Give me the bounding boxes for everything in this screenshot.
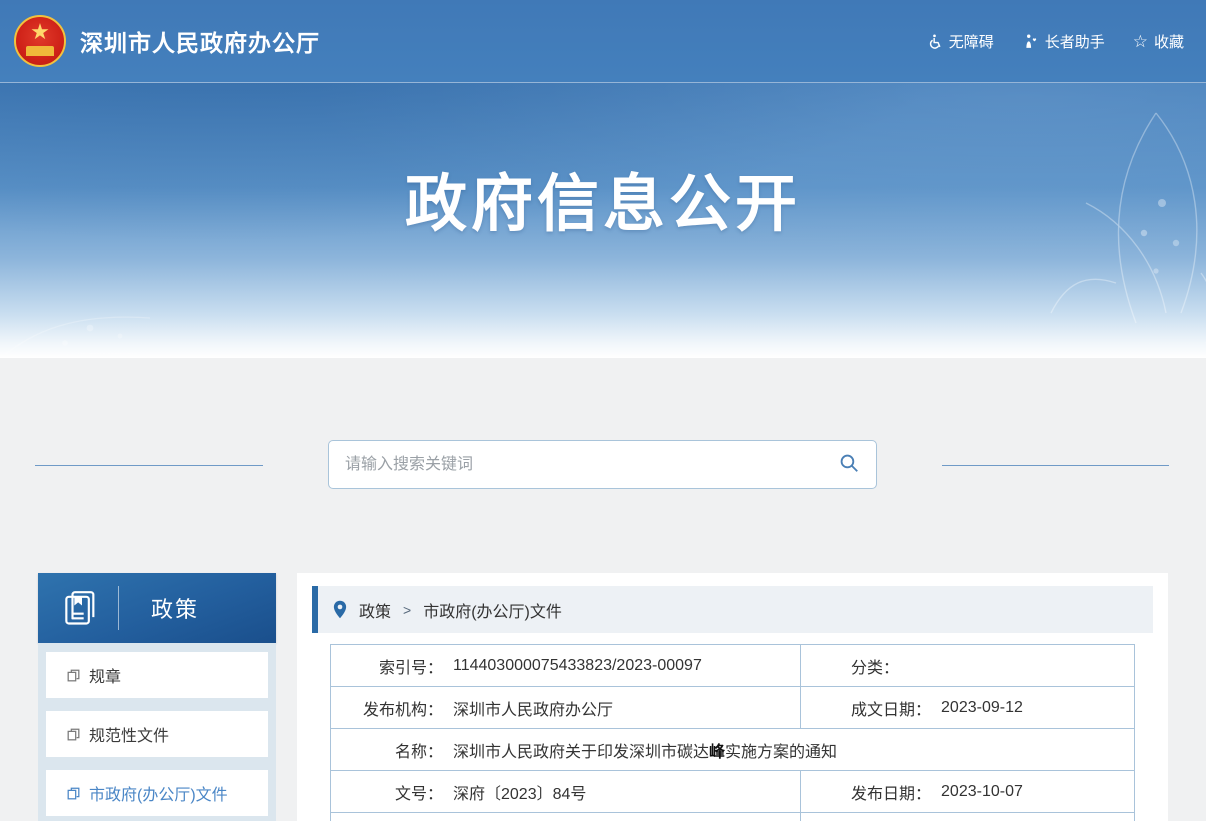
date-published-cell: 发布日期： 2023-10-07 bbox=[801, 771, 1134, 812]
sidebar: 政策 规章 规范性文件 bbox=[38, 573, 276, 821]
accessibility-icon bbox=[926, 33, 943, 50]
document-info-table: 索引号： 114403000075433823/2023-00097 分类： 发… bbox=[330, 644, 1135, 821]
sidebar-item-label: 规章 bbox=[89, 663, 121, 687]
partial-cell-right bbox=[801, 813, 1134, 821]
date-written-value: 2023-09-12 bbox=[941, 699, 1023, 717]
sidebar-item-label: 市政府(办公厅)文件 bbox=[89, 781, 228, 805]
date-published-value: 2023-10-07 bbox=[941, 783, 1023, 801]
breadcrumb-item-current: 市政府(办公厅)文件 bbox=[423, 598, 562, 622]
elder-assist-label: 长者助手 bbox=[1045, 31, 1105, 52]
sidebar-header-title: 政策 bbox=[151, 592, 199, 624]
name-label: 名称： bbox=[331, 738, 443, 762]
document-name: 深圳市人民政府关于印发深圳市碳达峰实施方案的通知 bbox=[453, 738, 837, 762]
document-icon bbox=[66, 786, 81, 801]
sidebar-item-normative-documents[interactable]: 规范性文件 bbox=[46, 711, 268, 757]
decorative-line-left bbox=[35, 465, 263, 466]
sidebar-item-regulations[interactable]: 规章 bbox=[46, 652, 268, 698]
issuer-label: 发布机构： bbox=[331, 696, 443, 720]
sidebar-item-label: 规范性文件 bbox=[89, 722, 169, 746]
top-links: 无障碍 长者助手 ☆ 收藏 bbox=[926, 31, 1184, 52]
sidebar-header: 政策 bbox=[38, 573, 276, 643]
document-icon bbox=[66, 668, 81, 683]
table-row-docnumber: 文号： 深府〔2023〕84号 发布日期： 2023-10-07 bbox=[331, 771, 1134, 813]
doc-number-cell: 文号： 深府〔2023〕84号 bbox=[331, 771, 801, 812]
main-panel: 政策 > 市政府(办公厅)文件 索引号： 114403000075433823/… bbox=[297, 573, 1168, 821]
site-title: 深圳市人民政府办公厅 bbox=[80, 24, 320, 58]
date-written-cell: 成文日期： 2023-09-12 bbox=[801, 687, 1134, 728]
elder-assist-icon bbox=[1022, 33, 1039, 50]
sidebar-header-divider bbox=[118, 586, 119, 630]
issuer-value: 深圳市人民政府办公厅 bbox=[453, 696, 613, 720]
category-cell: 分类： bbox=[801, 645, 1134, 686]
search-button[interactable] bbox=[834, 452, 876, 477]
name-cell: 名称： 深圳市人民政府关于印发深圳市碳达峰实施方案的通知 bbox=[331, 729, 1134, 770]
accessibility-link[interactable]: 无障碍 bbox=[926, 31, 994, 52]
search-input[interactable] bbox=[329, 441, 834, 488]
index-label: 索引号： bbox=[331, 654, 443, 678]
page-title: 政府信息公开 bbox=[0, 153, 1206, 243]
breadcrumb-item-policy[interactable]: 政策 bbox=[359, 598, 391, 622]
policy-book-icon bbox=[60, 588, 100, 628]
doc-number-label: 文号： bbox=[331, 780, 443, 804]
name-suffix: 实施方案的通知 bbox=[725, 744, 837, 761]
table-row-index: 索引号： 114403000075433823/2023-00097 分类： bbox=[331, 645, 1134, 687]
magnifier-icon bbox=[838, 452, 860, 477]
name-prefix: 深圳市人民政府关于印发深圳市碳达 bbox=[453, 744, 709, 761]
partial-cell-left bbox=[331, 813, 801, 821]
table-row-name: 名称： 深圳市人民政府关于印发深圳市碳达峰实施方案的通知 bbox=[331, 729, 1134, 771]
content-area: 政策 规章 规范性文件 bbox=[0, 358, 1206, 821]
accessibility-label: 无障碍 bbox=[949, 31, 994, 52]
decorative-line-right bbox=[942, 465, 1169, 466]
national-emblem-logo: ★ bbox=[14, 15, 66, 67]
emblem-star-icon: ★ bbox=[16, 21, 64, 43]
document-icon bbox=[66, 727, 81, 742]
table-row-partial bbox=[331, 813, 1134, 821]
favorite-label: 收藏 bbox=[1154, 31, 1184, 52]
sidebar-item-municipal-government-documents[interactable]: 市政府(办公厅)文件 bbox=[46, 770, 268, 816]
favorite-link[interactable]: ☆ 收藏 bbox=[1133, 31, 1184, 52]
top-bar: ★ 深圳市人民政府办公厅 无障碍 bbox=[0, 0, 1206, 83]
star-icon: ☆ bbox=[1133, 33, 1148, 50]
name-highlight: 峰 bbox=[709, 744, 725, 761]
sidebar-list: 规章 规范性文件 市政府(办公厅)文件 bbox=[38, 643, 276, 821]
date-published-label: 发布日期： bbox=[851, 780, 931, 804]
page-banner: 政府信息公开 bbox=[0, 83, 1206, 358]
elder-assist-link[interactable]: 长者助手 bbox=[1022, 31, 1105, 52]
page: ★ 深圳市人民政府办公厅 无障碍 bbox=[0, 0, 1206, 821]
date-written-label: 成文日期： bbox=[851, 696, 931, 720]
breadcrumb-separator: > bbox=[403, 602, 411, 618]
doc-number-value: 深府〔2023〕84号 bbox=[453, 780, 586, 804]
index-cell: 索引号： 114403000075433823/2023-00097 bbox=[331, 645, 801, 686]
index-value: 114403000075433823/2023-00097 bbox=[453, 657, 702, 675]
issuer-cell: 发布机构： 深圳市人民政府办公厅 bbox=[331, 687, 801, 728]
emblem-gate-shape bbox=[26, 46, 54, 56]
location-pin-icon bbox=[318, 600, 359, 619]
category-label: 分类： bbox=[851, 654, 899, 678]
search-box bbox=[328, 440, 877, 489]
table-row-issuer: 发布机构： 深圳市人民政府办公厅 成文日期： 2023-09-12 bbox=[331, 687, 1134, 729]
breadcrumb: 政策 > 市政府(办公厅)文件 bbox=[312, 586, 1153, 633]
